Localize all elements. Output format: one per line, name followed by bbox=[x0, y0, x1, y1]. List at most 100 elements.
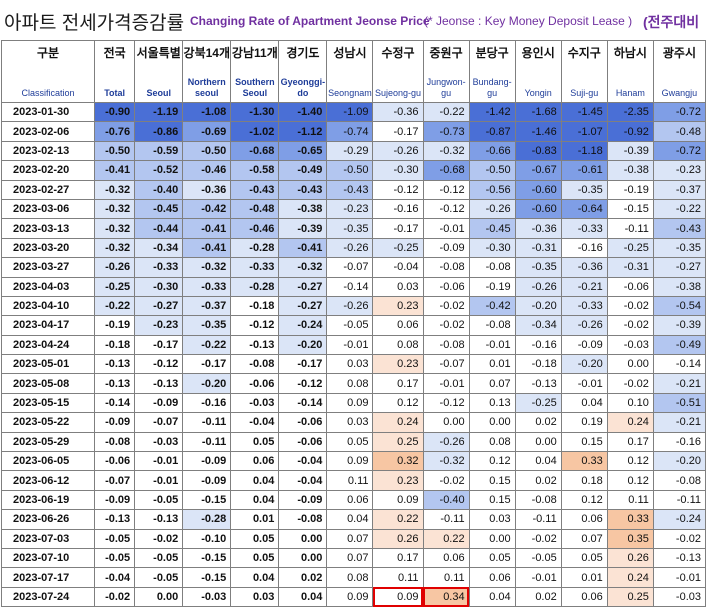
value-cell: 0.06 bbox=[468, 567, 516, 588]
value-cell: -0.27 bbox=[278, 295, 328, 317]
value-cell: -0.27 bbox=[278, 276, 328, 297]
date-cell: 2023-03-20 bbox=[0, 237, 96, 259]
value-cell: -0.11 bbox=[514, 509, 562, 530]
date-cell: 2023-06-05 bbox=[0, 451, 96, 472]
value-cell: 0.00 bbox=[278, 528, 328, 549]
date-cell: 2023-02-27 bbox=[0, 179, 96, 200]
value-cell: -0.02 bbox=[652, 528, 707, 549]
value-cell: -0.02 bbox=[422, 470, 470, 491]
column-header-en: Bundang-gu bbox=[472, 77, 512, 98]
value-cell: -0.92 bbox=[606, 121, 654, 142]
value-cell: -0.59 bbox=[134, 140, 184, 162]
value-cell: -0.03 bbox=[606, 334, 654, 356]
value-cell: 0.05 bbox=[230, 528, 280, 549]
value-cell: -0.13 bbox=[514, 373, 562, 394]
value-cell: 0.33 bbox=[606, 509, 654, 530]
value-cell: -0.45 bbox=[134, 198, 184, 220]
value-cell: -0.29 bbox=[326, 140, 374, 162]
value-cell: -0.15 bbox=[182, 547, 232, 569]
value-cell: -0.22 bbox=[182, 334, 232, 356]
value-cell: -0.87 bbox=[468, 121, 516, 142]
value-cell: -0.23 bbox=[326, 198, 374, 220]
value-cell: 0.00 bbox=[468, 528, 516, 549]
value-cell: 0.10 bbox=[606, 392, 654, 414]
value-cell: -0.32 bbox=[278, 257, 328, 278]
value-cell: -0.15 bbox=[606, 198, 654, 220]
value-cell: 0.00 bbox=[278, 547, 328, 569]
value-cell: -0.02 bbox=[134, 528, 184, 549]
value-cell: -0.32 bbox=[182, 257, 232, 278]
value-cell: -0.12 bbox=[422, 392, 470, 414]
table-row: 2023-02-13 -0.50 -0.59 -0.50 -0.68 -0.65 -0.29… bbox=[0, 140, 707, 162]
value-cell: -0.20 bbox=[514, 295, 562, 317]
column-header-en: Hanam bbox=[615, 88, 645, 98]
value-cell: -0.54 bbox=[652, 295, 707, 317]
column-header-en: Gyeonggi-do bbox=[280, 77, 326, 98]
value-cell: -0.20 bbox=[278, 334, 328, 356]
value-cell: 0.17 bbox=[372, 547, 424, 569]
value-cell: -0.32 bbox=[422, 140, 470, 162]
date-cell: 2023-05-22 bbox=[0, 412, 96, 433]
value-cell: -0.03 bbox=[182, 586, 232, 607]
value-cell: -0.38 bbox=[278, 198, 328, 220]
date-cell: 2023-07-17 bbox=[0, 567, 96, 588]
value-cell: -0.34 bbox=[134, 237, 184, 259]
column-header-10: 용인시 Yongin bbox=[514, 40, 562, 103]
value-cell: -0.61 bbox=[560, 160, 608, 181]
date-cell: 2023-02-13 bbox=[0, 140, 96, 162]
value-cell: 0.04 bbox=[230, 489, 280, 511]
value-cell: -0.35 bbox=[182, 315, 232, 336]
value-cell: 0.08 bbox=[468, 431, 516, 453]
value-cell: 0.04 bbox=[326, 509, 374, 530]
value-cell: -0.20 bbox=[652, 451, 707, 472]
value-cell: -0.08 bbox=[422, 257, 470, 278]
value-cell: -1.42 bbox=[468, 101, 516, 123]
column-header-ko: 경기도 bbox=[286, 46, 320, 60]
value-cell: -0.26 bbox=[326, 295, 374, 317]
value-cell: -0.12 bbox=[278, 373, 328, 394]
table-row: 2023-04-03 -0.25 -0.30 -0.33 -0.28 -0.27 -0.14… bbox=[0, 276, 707, 297]
value-cell: -0.07 bbox=[94, 470, 136, 491]
value-cell: 0.02 bbox=[514, 470, 562, 491]
value-cell: -0.26 bbox=[326, 237, 374, 259]
value-cell: -0.41 bbox=[278, 237, 328, 259]
value-cell: 0.17 bbox=[372, 373, 424, 394]
value-cell: -0.35 bbox=[514, 257, 562, 278]
column-header-en: Southern Seoul bbox=[235, 77, 275, 98]
table-row: 2023-06-12 -0.07 -0.01 -0.09 0.04 -0.04 0.11 0.… bbox=[0, 470, 707, 491]
value-cell: -0.60 bbox=[514, 179, 562, 200]
value-cell: -0.22 bbox=[422, 101, 470, 123]
value-cell: 0.12 bbox=[606, 470, 654, 491]
value-cell: -0.01 bbox=[514, 567, 562, 588]
value-cell: -0.26 bbox=[468, 198, 516, 220]
table-body: 2023-01-30 -0.90 -1.19 -1.08 -1.30 -1.40 -1.09… bbox=[0, 101, 707, 607]
value-cell: 0.05 bbox=[468, 547, 516, 569]
value-cell: -0.40 bbox=[134, 179, 184, 200]
value-cell: -0.37 bbox=[652, 179, 707, 200]
value-cell: -0.90 bbox=[94, 101, 136, 123]
value-cell: -0.09 bbox=[422, 237, 470, 259]
value-cell: 0.02 bbox=[278, 567, 328, 588]
column-header-en: Total bbox=[104, 88, 126, 98]
column-header-8: 중원구 Jungwon-gu bbox=[422, 40, 470, 103]
value-cell: 0.03 bbox=[468, 509, 516, 530]
jeonse-rate-table-view: 아파트 전세가격증감률 Changing Rate of Apartment J… bbox=[0, 0, 707, 607]
column-header-0: 구분 Classification bbox=[0, 40, 96, 103]
value-cell: 0.11 bbox=[606, 489, 654, 511]
value-cell: -0.50 bbox=[94, 140, 136, 162]
value-cell: -0.26 bbox=[372, 140, 424, 162]
value-cell: -0.02 bbox=[514, 528, 562, 549]
value-cell: 0.04 bbox=[468, 586, 516, 607]
value-cell: -0.23 bbox=[652, 160, 707, 181]
value-cell: -0.39 bbox=[278, 218, 328, 239]
value-cell: -0.68 bbox=[230, 140, 280, 162]
column-header-9: 분당구 Bundang-gu bbox=[468, 40, 516, 103]
value-cell: -1.19 bbox=[134, 101, 184, 123]
value-cell: -0.11 bbox=[652, 489, 707, 511]
value-cell: 0.01 bbox=[560, 567, 608, 588]
value-cell: -0.15 bbox=[182, 489, 232, 511]
value-cell: -0.17 bbox=[278, 354, 328, 375]
value-cell: -0.01 bbox=[134, 451, 184, 472]
value-cell: -0.16 bbox=[182, 392, 232, 414]
value-cell: -1.18 bbox=[560, 140, 608, 162]
